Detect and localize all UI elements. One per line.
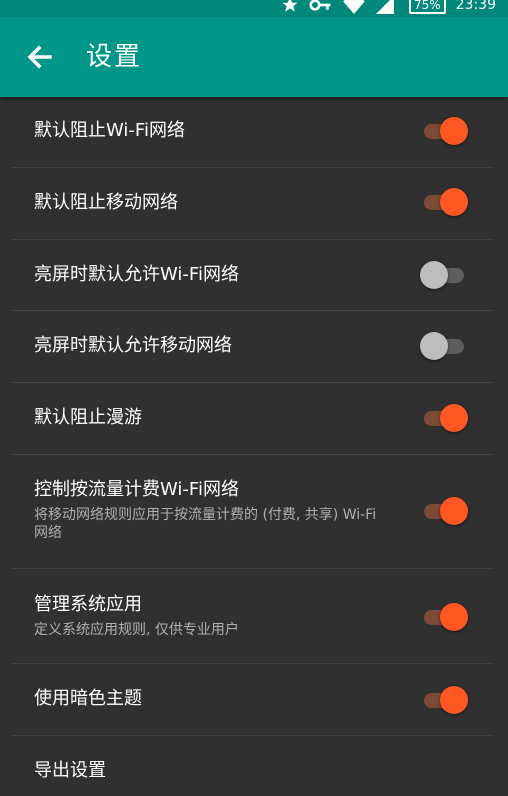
switch-thumb	[440, 686, 468, 714]
arrow-left-icon	[27, 45, 52, 69]
status-icons: 75% 23:39	[281, 0, 496, 16]
switch-thumb	[440, 603, 468, 631]
setting-title: 导出设置	[34, 760, 106, 781]
metered-wifi-switch[interactable]	[420, 496, 468, 526]
setting-dark-theme[interactable]: 使用暗色主题	[12, 664, 494, 736]
setting-block-mobile[interactable]: 默认阻止移动网络	[12, 168, 494, 240]
setting-summary: 将移动网络规则应用于按流量计费的 (付费, 共享) Wi-Fi网络	[34, 507, 377, 541]
switch-thumb	[440, 497, 468, 525]
battery-level: 75%	[413, 0, 441, 12]
setting-title: 默认阻止移动网络	[34, 192, 178, 213]
setting-title: 亮屏时默认允许移动网络	[34, 335, 232, 356]
setting-export[interactable]: 导出设置	[12, 736, 494, 796]
block-wifi-switch[interactable]	[420, 116, 468, 146]
setting-title: 亮屏时默认允许Wi-Fi网络	[34, 264, 239, 285]
setting-screen-on-wifi[interactable]: 亮屏时默认允许Wi-Fi网络	[12, 240, 494, 311]
manage-system-switch[interactable]	[420, 602, 468, 632]
screen-on-wifi-switch[interactable]	[420, 260, 468, 290]
star-icon	[282, 0, 298, 12]
key-icon	[309, 0, 331, 11]
block-roaming-switch[interactable]	[420, 403, 468, 433]
status-time: 23:39	[455, 0, 496, 13]
page-title: 设置	[86, 42, 143, 72]
setting-block-roaming[interactable]: 默认阻止漫游	[12, 383, 494, 455]
setting-screen-on-mobile[interactable]: 亮屏时默认允许移动网络	[12, 311, 494, 383]
status-bar: 75% 23:39	[0, 0, 508, 17]
switch-thumb	[440, 188, 468, 216]
switch-thumb	[420, 261, 448, 289]
setting-title: 控制按流量计费Wi-Fi网络	[34, 479, 239, 500]
setting-title: 默认阻止漫游	[34, 407, 142, 428]
setting-title: 默认阻止Wi-Fi网络	[34, 120, 185, 141]
setting-metered-wifi[interactable]: 控制按流量计费Wi-Fi网络 将移动网络规则应用于按流量计费的 (付费, 共享)…	[12, 455, 494, 569]
setting-manage-system[interactable]: 管理系统应用 定义系统应用规则, 仅供专业用户	[12, 569, 494, 664]
wifi-icon	[343, 0, 365, 14]
battery-icon: 75%	[408, 0, 446, 14]
switch-thumb	[440, 404, 468, 432]
setting-title: 使用暗色主题	[34, 688, 142, 709]
setting-summary: 定义系统应用规则, 仅供专业用户	[34, 622, 239, 638]
app-toolbar: 设置	[0, 17, 508, 97]
signal-icon	[375, 0, 394, 14]
screen-on-mobile-switch[interactable]	[420, 331, 468, 361]
switch-thumb	[440, 117, 468, 145]
dark-theme-switch[interactable]	[420, 685, 468, 715]
setting-block-wifi[interactable]: 默认阻止Wi-Fi网络	[12, 97, 494, 168]
block-mobile-switch[interactable]	[420, 187, 468, 217]
back-button[interactable]	[20, 37, 60, 77]
setting-title: 管理系统应用	[34, 594, 142, 615]
switch-thumb	[420, 332, 448, 360]
settings-list: 默认阻止Wi-Fi网络 默认阻止移动网络 亮屏时默认允许Wi-Fi网络 亮屏时默…	[12, 97, 494, 796]
